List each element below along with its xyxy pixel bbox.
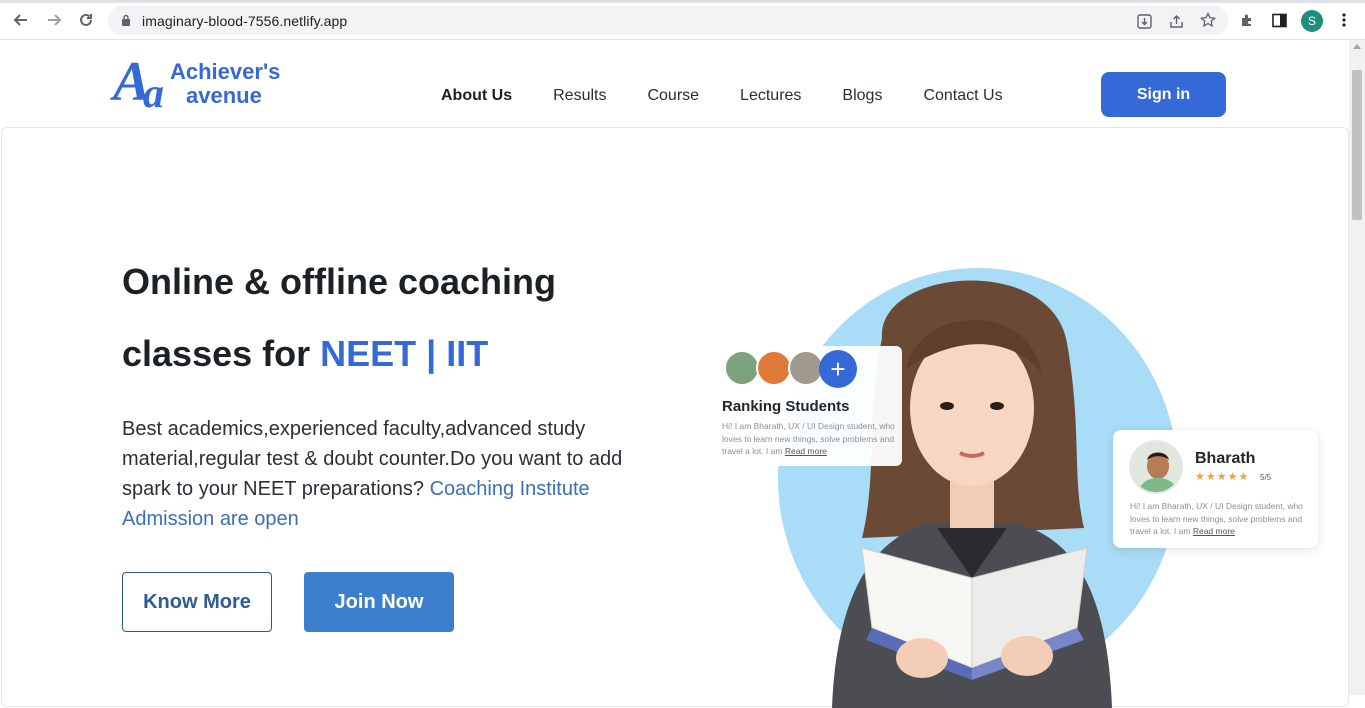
side-panel-icon[interactable] — [1269, 10, 1289, 30]
browser-toolbar: imaginary-blood-7556.netlify.app S — [0, 0, 1365, 40]
profile-text: Hi! I am Bharath, UX / UI Design student… — [1130, 500, 1315, 538]
logo-text-line2: avenue — [186, 83, 262, 108]
forward-icon[interactable] — [43, 9, 65, 31]
nav-lectures[interactable]: Lectures — [740, 87, 801, 107]
profile-avatar[interactable]: S — [1301, 10, 1323, 32]
nav-course[interactable]: Course — [647, 87, 699, 107]
site-header: A a Achiever's avenue About Us Results C… — [0, 40, 1349, 128]
student-avatar — [724, 350, 760, 386]
hero-illustration: + Ranking Students Hi! I am Bharath, UX … — [702, 228, 1342, 708]
nav-blogs[interactable]: Blogs — [842, 87, 882, 107]
headline-line2-prefix: classes for — [122, 333, 321, 374]
nav-contact-us[interactable]: Contact Us — [923, 87, 1002, 107]
rating-value: 5/5 — [1260, 473, 1272, 482]
rating-stars-icon: ★★★★★ — [1195, 471, 1250, 483]
profile-card: Bharath ★★★★★ 5/5 Hi! I am Bharath, UX /… — [1113, 430, 1318, 548]
scrollbar-thumb[interactable] — [1352, 70, 1362, 220]
student-photo — [832, 280, 1112, 708]
url-text[interactable]: imaginary-blood-7556.netlify.app — [142, 13, 347, 29]
ranking-title: Ranking Students — [722, 398, 850, 415]
hero-section: Online & offline coaching classes for NE… — [1, 127, 1349, 708]
lock-icon[interactable] — [121, 14, 131, 26]
headline-line1: Online & offline coaching — [122, 261, 557, 302]
student-avatar — [756, 350, 792, 386]
read-more-link[interactable]: Read more — [1193, 526, 1235, 536]
main-nav: About Us Results Course Lectures Blogs C… — [441, 87, 1044, 107]
extensions-icon[interactable] — [1237, 10, 1257, 30]
reload-icon[interactable] — [75, 9, 97, 31]
tab-strip-edge — [0, 0, 1365, 3]
read-more-link[interactable]: Read more — [785, 446, 827, 456]
headline-accent: NEET | IIT — [320, 333, 489, 374]
scroll-up-icon[interactable] — [1353, 44, 1361, 49]
ranking-students-card: + Ranking Students Hi! I am Bharath, UX … — [722, 346, 902, 466]
address-bar[interactable]: imaginary-blood-7556.netlify.app — [108, 6, 1228, 35]
logo-text-line1: Achiever's — [170, 59, 281, 84]
profile-name: Bharath — [1195, 450, 1256, 467]
know-more-button[interactable]: Know More — [122, 572, 272, 632]
logo[interactable]: A a Achiever's avenue — [113, 51, 293, 117]
add-icon[interactable]: + — [819, 350, 857, 388]
sign-in-button[interactable]: Sign in — [1101, 72, 1226, 117]
share-icon[interactable] — [1166, 11, 1186, 31]
hero-headline: Online & offline coaching classes for NE… — [122, 246, 682, 390]
menu-icon[interactable] — [1334, 10, 1354, 30]
page-scrollbar[interactable] — [1349, 40, 1365, 695]
nav-results[interactable]: Results — [553, 87, 606, 107]
logo-mark-small: a — [143, 71, 164, 117]
ranking-text: Hi! I am Bharath, UX / UI Design student… — [722, 420, 904, 458]
install-icon[interactable] — [1134, 11, 1154, 31]
hero-description: Best academics,experienced faculty,advan… — [122, 414, 642, 534]
join-now-button[interactable]: Join Now — [304, 572, 454, 632]
back-icon[interactable] — [10, 9, 32, 31]
star-icon[interactable] — [1198, 10, 1218, 30]
nav-about-us[interactable]: About Us — [441, 87, 512, 107]
profile-avatar-photo — [1129, 440, 1183, 494]
